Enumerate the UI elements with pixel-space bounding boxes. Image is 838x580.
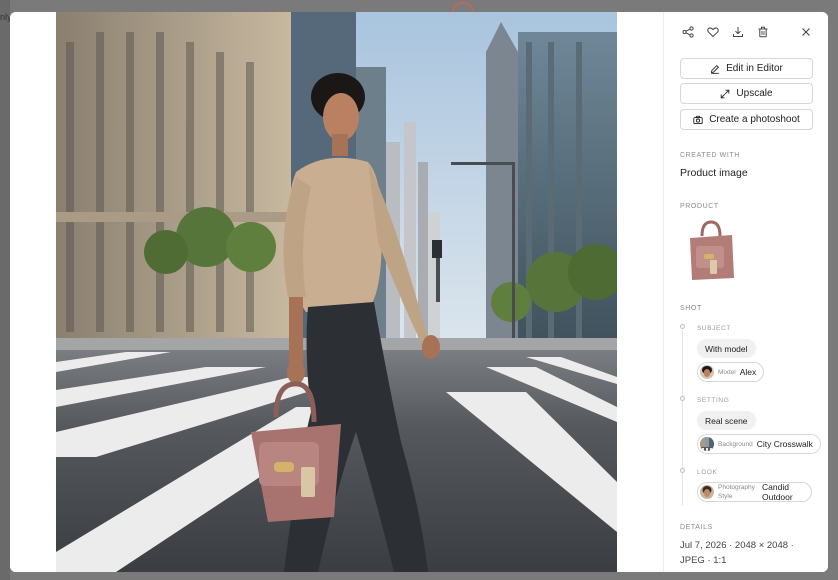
setting-label: SETTING [697, 397, 730, 404]
subject-pill-label: With model [705, 343, 748, 354]
model-avatar [700, 365, 714, 379]
model-chip[interactable]: Model Alex [697, 362, 765, 382]
background-chip-key: Background [718, 440, 753, 448]
details-value: Jul 7, 2026 · 2048 × 2048 · JPEG · 1:1 [680, 540, 794, 566]
close-icon[interactable] [798, 24, 814, 40]
subject-label: SUBJECT [697, 325, 731, 332]
generated-photo [56, 12, 617, 572]
edit-in-editor-button[interactable]: Edit in Editor [680, 58, 813, 79]
create-photoshoot-label: Create a photoshoot [709, 114, 800, 125]
edit-in-editor-label: Edit in Editor [726, 63, 783, 74]
setting-dot [680, 396, 685, 401]
photo-scene [56, 12, 617, 572]
photography-style-chip[interactable]: Photography Style Candid Outdoor [697, 482, 812, 502]
background-logo [452, 2, 474, 12]
model-chip-key: Model [718, 368, 736, 376]
image-viewer [10, 12, 663, 572]
subject-dot [680, 324, 685, 329]
create-photoshoot-button[interactable]: Create a photoshoot [680, 109, 813, 130]
subject-with-model-pill[interactable]: With model [697, 339, 756, 358]
trash-icon[interactable] [755, 24, 771, 40]
style-chip-key: Photography Style [718, 484, 755, 500]
shot-timeline [682, 330, 683, 505]
look-dot [680, 468, 685, 473]
model-chip-value: Alex [739, 367, 757, 377]
style-chip-value: Candid Outdoor [762, 482, 793, 502]
background-avatar [700, 437, 714, 451]
share-icon[interactable] [680, 24, 696, 40]
image-detail-modal: Edit in Editor Upscale Create a photosho… [10, 12, 828, 572]
setting-pill-label: Real scene [705, 415, 748, 426]
look-label: LOOK [697, 469, 718, 476]
upscale-button[interactable]: Upscale [680, 83, 813, 104]
background-chip[interactable]: Background City Crosswalk [697, 434, 821, 454]
download-icon[interactable] [730, 24, 746, 40]
setting-real-scene-pill[interactable]: Real scene [697, 411, 756, 430]
details-panel: Edit in Editor Upscale Create a photosho… [663, 12, 828, 572]
pencil-icon [711, 64, 720, 74]
created-with-label: CREATED WITH [680, 152, 740, 159]
details-label: DETAILS [680, 524, 713, 531]
shot-label: SHOT [680, 305, 702, 312]
product-label: PRODUCT [680, 203, 719, 210]
style-avatar [700, 485, 714, 499]
background-chip-value: City Crosswalk [756, 439, 813, 449]
heart-icon[interactable] [705, 24, 721, 40]
panel-toolbar [664, 12, 828, 52]
expand-icon [721, 89, 730, 98]
background-sidebar [0, 0, 10, 580]
upscale-label: Upscale [736, 88, 773, 99]
product-thumbnail[interactable] [680, 218, 740, 282]
camera-icon [693, 115, 703, 124]
created-with-value: Product image [680, 167, 748, 179]
